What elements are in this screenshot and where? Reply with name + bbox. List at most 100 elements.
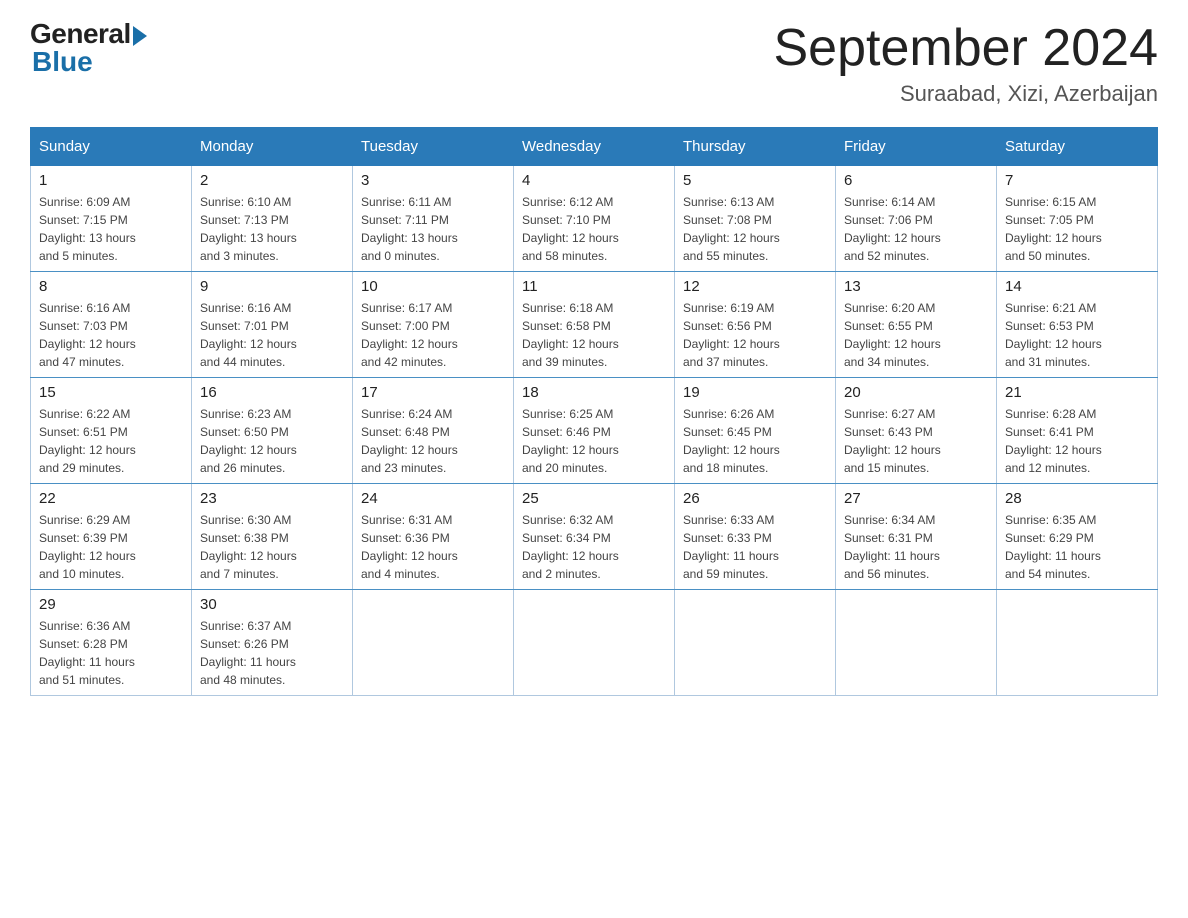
day-number: 17 — [361, 384, 505, 401]
day-number: 2 — [200, 172, 344, 189]
day-info: Sunrise: 6:27 AM Sunset: 6:43 PM Dayligh… — [844, 405, 988, 477]
calendar-cell: 16 Sunrise: 6:23 AM Sunset: 6:50 PM Dayl… — [192, 378, 353, 484]
calendar-week-row: 8 Sunrise: 6:16 AM Sunset: 7:03 PM Dayli… — [31, 272, 1158, 378]
calendar-cell — [997, 590, 1158, 696]
day-number: 1 — [39, 172, 183, 189]
day-number: 27 — [844, 490, 988, 507]
day-info: Sunrise: 6:32 AM Sunset: 6:34 PM Dayligh… — [522, 511, 666, 583]
day-number: 16 — [200, 384, 344, 401]
day-info: Sunrise: 6:31 AM Sunset: 6:36 PM Dayligh… — [361, 511, 505, 583]
calendar-cell: 5 Sunrise: 6:13 AM Sunset: 7:08 PM Dayli… — [675, 166, 836, 272]
day-number: 6 — [844, 172, 988, 189]
calendar-cell: 9 Sunrise: 6:16 AM Sunset: 7:01 PM Dayli… — [192, 272, 353, 378]
day-number: 15 — [39, 384, 183, 401]
logo-arrow-icon — [133, 26, 147, 46]
day-number: 12 — [683, 278, 827, 295]
day-info: Sunrise: 6:17 AM Sunset: 7:00 PM Dayligh… — [361, 299, 505, 371]
day-info: Sunrise: 6:35 AM Sunset: 6:29 PM Dayligh… — [1005, 511, 1149, 583]
day-info: Sunrise: 6:18 AM Sunset: 6:58 PM Dayligh… — [522, 299, 666, 371]
calendar-cell: 23 Sunrise: 6:30 AM Sunset: 6:38 PM Dayl… — [192, 484, 353, 590]
calendar-cell: 13 Sunrise: 6:20 AM Sunset: 6:55 PM Dayl… — [836, 272, 997, 378]
day-number: 8 — [39, 278, 183, 295]
day-info: Sunrise: 6:19 AM Sunset: 6:56 PM Dayligh… — [683, 299, 827, 371]
calendar-cell: 27 Sunrise: 6:34 AM Sunset: 6:31 PM Dayl… — [836, 484, 997, 590]
calendar-cell: 2 Sunrise: 6:10 AM Sunset: 7:13 PM Dayli… — [192, 166, 353, 272]
title-block: September 2024 Suraabad, Xizi, Azerbaija… — [774, 20, 1159, 107]
month-title: September 2024 — [774, 20, 1159, 77]
day-number: 4 — [522, 172, 666, 189]
day-number: 13 — [844, 278, 988, 295]
day-info: Sunrise: 6:34 AM Sunset: 6:31 PM Dayligh… — [844, 511, 988, 583]
col-header-saturday: Saturday — [997, 128, 1158, 166]
day-number: 11 — [522, 278, 666, 295]
day-number: 26 — [683, 490, 827, 507]
day-number: 30 — [200, 596, 344, 613]
day-info: Sunrise: 6:09 AM Sunset: 7:15 PM Dayligh… — [39, 193, 183, 265]
calendar-cell: 15 Sunrise: 6:22 AM Sunset: 6:51 PM Dayl… — [31, 378, 192, 484]
day-number: 3 — [361, 172, 505, 189]
day-number: 10 — [361, 278, 505, 295]
day-info: Sunrise: 6:21 AM Sunset: 6:53 PM Dayligh… — [1005, 299, 1149, 371]
calendar-cell: 19 Sunrise: 6:26 AM Sunset: 6:45 PM Dayl… — [675, 378, 836, 484]
logo: General Blue — [30, 20, 147, 76]
calendar-cell — [514, 590, 675, 696]
day-number: 20 — [844, 384, 988, 401]
location-text: Suraabad, Xizi, Azerbaijan — [774, 81, 1159, 107]
col-header-monday: Monday — [192, 128, 353, 166]
day-number: 28 — [1005, 490, 1149, 507]
day-number: 22 — [39, 490, 183, 507]
calendar-cell: 25 Sunrise: 6:32 AM Sunset: 6:34 PM Dayl… — [514, 484, 675, 590]
col-header-sunday: Sunday — [31, 128, 192, 166]
calendar-week-row: 1 Sunrise: 6:09 AM Sunset: 7:15 PM Dayli… — [31, 166, 1158, 272]
col-header-wednesday: Wednesday — [514, 128, 675, 166]
calendar-cell — [836, 590, 997, 696]
day-info: Sunrise: 6:12 AM Sunset: 7:10 PM Dayligh… — [522, 193, 666, 265]
logo-blue-text: Blue — [32, 48, 93, 76]
day-info: Sunrise: 6:28 AM Sunset: 6:41 PM Dayligh… — [1005, 405, 1149, 477]
calendar-cell: 7 Sunrise: 6:15 AM Sunset: 7:05 PM Dayli… — [997, 166, 1158, 272]
calendar-cell: 1 Sunrise: 6:09 AM Sunset: 7:15 PM Dayli… — [31, 166, 192, 272]
day-number: 14 — [1005, 278, 1149, 295]
day-info: Sunrise: 6:36 AM Sunset: 6:28 PM Dayligh… — [39, 617, 183, 689]
day-info: Sunrise: 6:20 AM Sunset: 6:55 PM Dayligh… — [844, 299, 988, 371]
calendar-cell: 8 Sunrise: 6:16 AM Sunset: 7:03 PM Dayli… — [31, 272, 192, 378]
calendar-cell: 10 Sunrise: 6:17 AM Sunset: 7:00 PM Dayl… — [353, 272, 514, 378]
day-number: 19 — [683, 384, 827, 401]
page-header: General Blue September 2024 Suraabad, Xi… — [30, 20, 1158, 107]
calendar-cell: 28 Sunrise: 6:35 AM Sunset: 6:29 PM Dayl… — [997, 484, 1158, 590]
day-number: 5 — [683, 172, 827, 189]
day-info: Sunrise: 6:26 AM Sunset: 6:45 PM Dayligh… — [683, 405, 827, 477]
calendar-week-row: 22 Sunrise: 6:29 AM Sunset: 6:39 PM Dayl… — [31, 484, 1158, 590]
day-number: 7 — [1005, 172, 1149, 189]
day-info: Sunrise: 6:22 AM Sunset: 6:51 PM Dayligh… — [39, 405, 183, 477]
day-info: Sunrise: 6:23 AM Sunset: 6:50 PM Dayligh… — [200, 405, 344, 477]
day-info: Sunrise: 6:16 AM Sunset: 7:01 PM Dayligh… — [200, 299, 344, 371]
calendar-cell: 18 Sunrise: 6:25 AM Sunset: 6:46 PM Dayl… — [514, 378, 675, 484]
calendar-cell: 20 Sunrise: 6:27 AM Sunset: 6:43 PM Dayl… — [836, 378, 997, 484]
day-info: Sunrise: 6:16 AM Sunset: 7:03 PM Dayligh… — [39, 299, 183, 371]
calendar-cell: 22 Sunrise: 6:29 AM Sunset: 6:39 PM Dayl… — [31, 484, 192, 590]
day-info: Sunrise: 6:29 AM Sunset: 6:39 PM Dayligh… — [39, 511, 183, 583]
col-header-tuesday: Tuesday — [353, 128, 514, 166]
calendar-cell: 17 Sunrise: 6:24 AM Sunset: 6:48 PM Dayl… — [353, 378, 514, 484]
day-number: 23 — [200, 490, 344, 507]
day-info: Sunrise: 6:24 AM Sunset: 6:48 PM Dayligh… — [361, 405, 505, 477]
calendar-cell: 6 Sunrise: 6:14 AM Sunset: 7:06 PM Dayli… — [836, 166, 997, 272]
calendar-week-row: 15 Sunrise: 6:22 AM Sunset: 6:51 PM Dayl… — [31, 378, 1158, 484]
calendar-cell: 26 Sunrise: 6:33 AM Sunset: 6:33 PM Dayl… — [675, 484, 836, 590]
day-info: Sunrise: 6:37 AM Sunset: 6:26 PM Dayligh… — [200, 617, 344, 689]
calendar-cell: 11 Sunrise: 6:18 AM Sunset: 6:58 PM Dayl… — [514, 272, 675, 378]
calendar-cell: 29 Sunrise: 6:36 AM Sunset: 6:28 PM Dayl… — [31, 590, 192, 696]
calendar-cell — [675, 590, 836, 696]
day-info: Sunrise: 6:25 AM Sunset: 6:46 PM Dayligh… — [522, 405, 666, 477]
day-info: Sunrise: 6:11 AM Sunset: 7:11 PM Dayligh… — [361, 193, 505, 265]
day-info: Sunrise: 6:15 AM Sunset: 7:05 PM Dayligh… — [1005, 193, 1149, 265]
day-info: Sunrise: 6:30 AM Sunset: 6:38 PM Dayligh… — [200, 511, 344, 583]
logo-general-text: General — [30, 20, 131, 48]
calendar-cell: 12 Sunrise: 6:19 AM Sunset: 6:56 PM Dayl… — [675, 272, 836, 378]
calendar-cell: 24 Sunrise: 6:31 AM Sunset: 6:36 PM Dayl… — [353, 484, 514, 590]
day-number: 29 — [39, 596, 183, 613]
calendar-cell: 21 Sunrise: 6:28 AM Sunset: 6:41 PM Dayl… — [997, 378, 1158, 484]
calendar-week-row: 29 Sunrise: 6:36 AM Sunset: 6:28 PM Dayl… — [31, 590, 1158, 696]
col-header-thursday: Thursday — [675, 128, 836, 166]
